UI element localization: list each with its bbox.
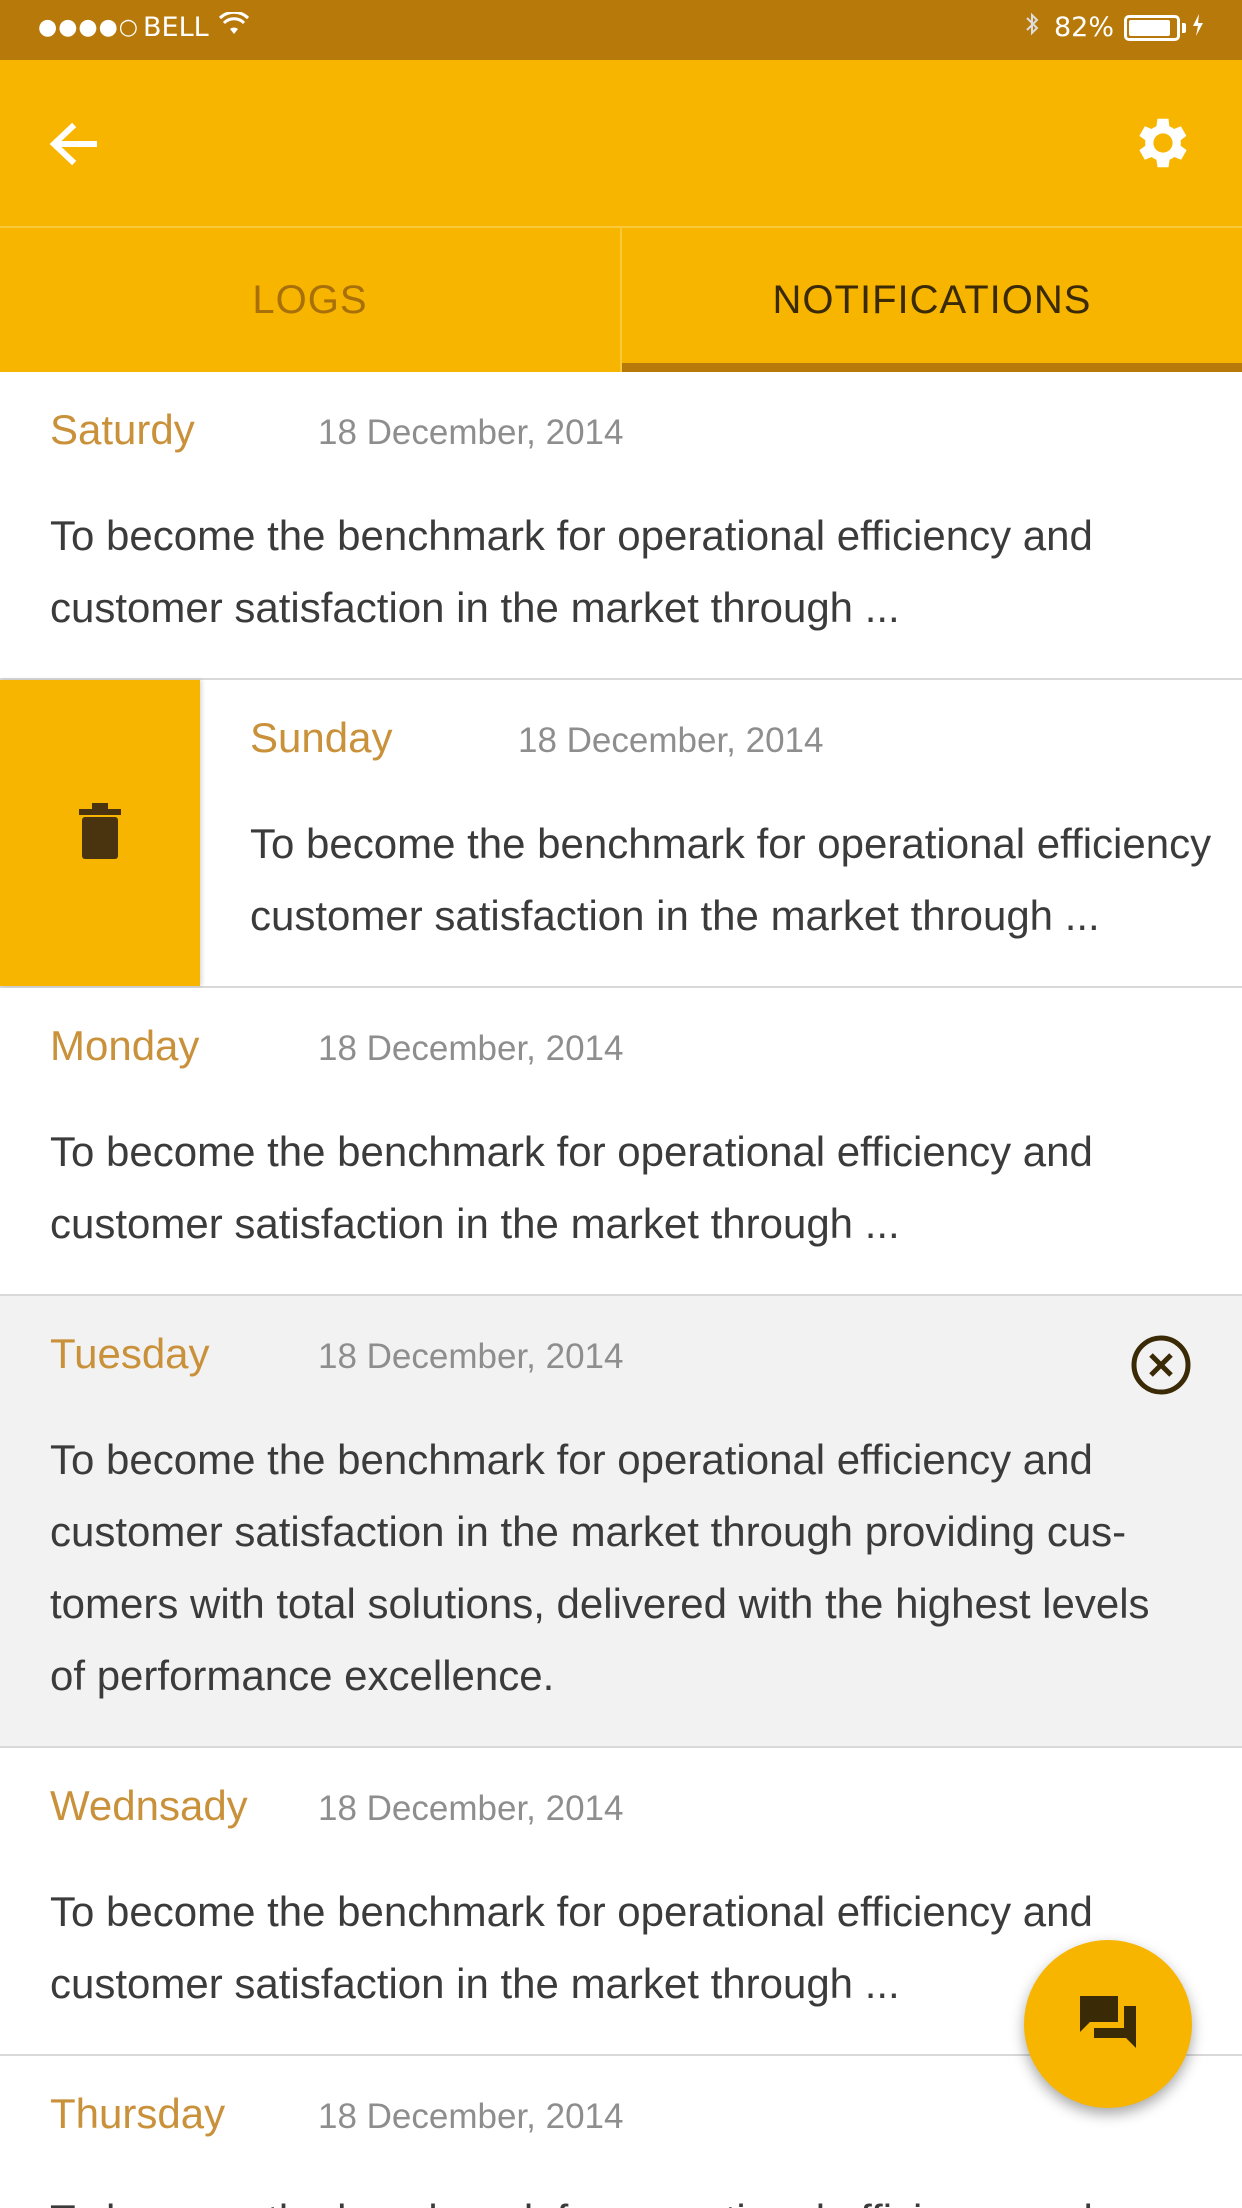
item-date: 18 December, 2014 [518, 721, 824, 760]
battery-icon [1124, 14, 1180, 41]
list-item[interactable]: Monday 18 December, 2014 To become the b… [0, 988, 1242, 1296]
item-text: To become the benchmark for operational … [50, 512, 1093, 631]
notification-list: Saturdy 18 December, 2014 To become the … [0, 372, 1242, 2208]
item-text-line: To become the benchmark for operational … [250, 820, 1212, 867]
tab-notifications[interactable]: NOTIFICATIONS [622, 228, 1242, 372]
item-date: 18 December, 2014 [318, 2097, 624, 2136]
carrier-name: BELL [142, 12, 209, 43]
tab-logs[interactable]: LOGS [0, 228, 622, 372]
item-day: Thursday [50, 2090, 226, 2137]
list-item-swiped[interactable]: Sunday 18 December, 2014 To become the b… [0, 680, 1242, 988]
item-date: 18 December, 2014 [318, 1337, 624, 1376]
signal-strength: ●●●●○ [38, 15, 139, 40]
item-text-line: customer satisfaction in the market thro… [250, 892, 1100, 939]
item-text: To become the benchmark for operational … [50, 1888, 1093, 2007]
item-text: To become the benchmark for operational … [50, 2184, 1192, 2208]
charging-icon [1192, 12, 1204, 43]
item-day: Sunday [250, 714, 393, 761]
list-item-expanded[interactable]: Tuesday 18 December, 2014 To become the … [0, 1296, 1242, 1748]
list-item[interactable]: Saturdy 18 December, 2014 To become the … [0, 372, 1242, 680]
item-day: Tuesday [50, 1330, 210, 1377]
item-day: Saturdy [50, 406, 195, 453]
item-date: 18 December, 2014 [318, 1789, 624, 1828]
battery-percent: 82% [1053, 12, 1114, 43]
tab-bar: LOGS NOTIFICATIONS [0, 226, 1242, 372]
bluetooth-icon [1024, 12, 1040, 43]
back-arrow-icon[interactable] [44, 114, 104, 174]
item-text: To become the benchmark for operational … [50, 1436, 1150, 1699]
item-date: 18 December, 2014 [318, 413, 624, 452]
close-circle-icon[interactable] [1130, 1334, 1192, 1396]
item-day: Wednsady [50, 1782, 248, 1829]
app-bar [0, 60, 1242, 226]
item-text: To become the benchmark for operational … [250, 808, 1212, 952]
item-text: To become the benchmark for operational … [50, 1128, 1093, 1247]
wifi-icon [218, 10, 249, 43]
item-date: 18 December, 2014 [318, 1029, 624, 1068]
item-day: Monday [50, 1022, 200, 1069]
chat-fab-button[interactable] [1024, 1940, 1192, 2108]
status-bar: ●●●●○ BELL 82% [0, 0, 1242, 60]
gear-icon[interactable] [1130, 110, 1196, 176]
chat-icon [1076, 1992, 1140, 2056]
